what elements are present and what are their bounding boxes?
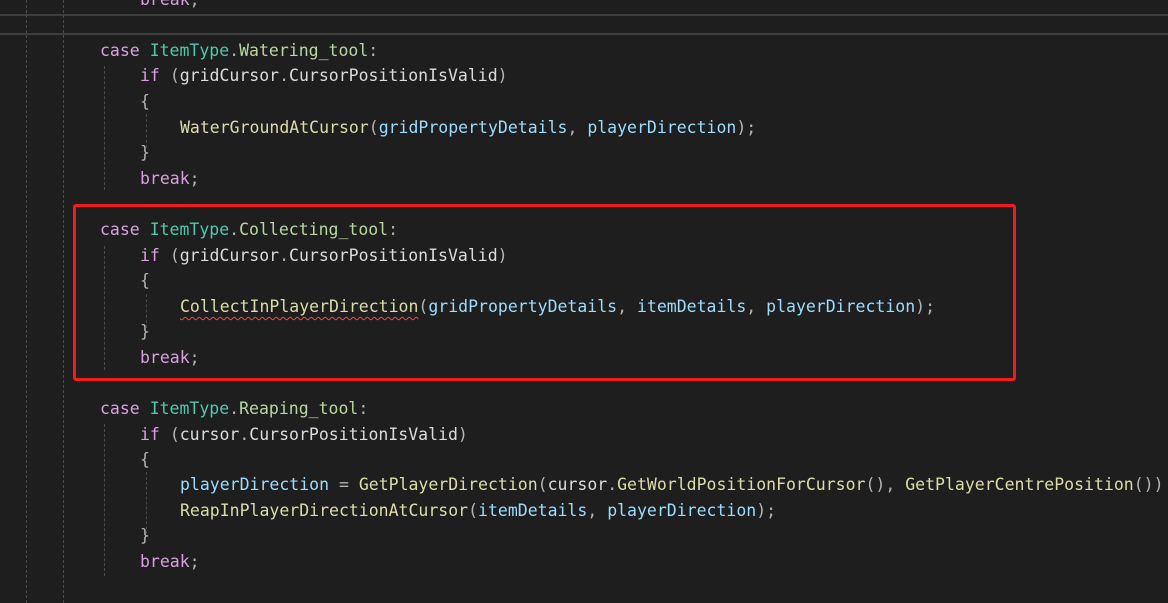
indent-guide (104, 66, 105, 190)
indent-guide (26, 0, 27, 603)
code-line-brace-open: { (140, 92, 150, 111)
indent-guide (104, 424, 105, 576)
code-line-if-reaping: if (cursor.CursorPositionIsValid) (140, 425, 468, 444)
code-line-if-watering: if (gridCursor.CursorPositionIsValid) (140, 66, 508, 85)
highlight-annotation-box (73, 204, 1016, 381)
code-line-case-watering: case ItemType.Watering_tool: (100, 41, 379, 60)
code-line-break-watering: break; (140, 169, 200, 188)
code-line-brace-open: { (140, 450, 150, 469)
code-line-break-top: break; (140, 0, 200, 12)
code-line-water-call: WaterGroundAtCursor(gridPropertyDetails,… (180, 118, 757, 137)
code-line-get-direction: playerDirection = GetPlayerDirection(cur… (180, 475, 1164, 494)
code-line-brace-close: } (140, 526, 150, 545)
editor-separator-top (0, 14, 1168, 16)
editor-separator-bottom (0, 33, 1168, 35)
indent-guide (63, 0, 64, 603)
code-editor[interactable]: break; case ItemType.Watering_tool: if (… (0, 0, 1168, 603)
code-line-brace-close: } (140, 143, 150, 162)
code-line-case-reaping: case ItemType.Reaping_tool: (100, 399, 369, 418)
code-line-break-reaping: break; (140, 552, 200, 571)
code-line-reap-call: ReapInPlayerDirectionAtCursor(itemDetail… (180, 501, 777, 520)
